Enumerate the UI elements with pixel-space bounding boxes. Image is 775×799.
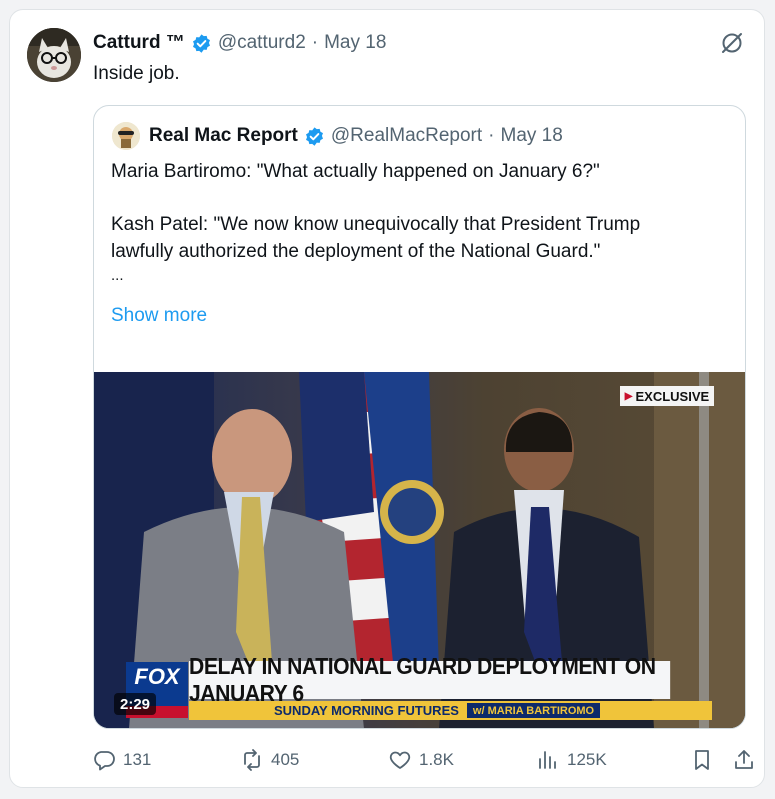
tweet-text: Inside job. (93, 63, 180, 84)
video-player[interactable]: ▶ EXCLUSIVE FOX DELAY IN NATIONAL GUARD … (94, 372, 745, 728)
quoted-author-name[interactable]: Real Mac Report (149, 125, 298, 147)
action-bar: 131 405 1.8K 125K (92, 746, 753, 774)
dot-separator: · (311, 32, 319, 53)
like-button[interactable]: 1.8K (388, 746, 454, 774)
quoted-ellipsis: ... (111, 267, 124, 284)
share-icon (735, 750, 753, 769)
views-button[interactable]: 125K (536, 746, 607, 774)
quoted-tweet[interactable]: Real Mac Report @RealMacReport · May 18 … (93, 105, 746, 729)
view-count: 125K (567, 750, 607, 769)
views-icon (539, 751, 556, 769)
repost-count: 405 (271, 750, 300, 769)
author-name[interactable]: Catturd ™ (93, 32, 185, 54)
quoted-text: Maria Bartiromo: "What actually happened… (111, 158, 721, 287)
heart-icon (389, 751, 411, 769)
grok-icon[interactable] (719, 30, 745, 56)
tweet-header: Catturd ™ @catturd2 · May 18 (93, 30, 386, 56)
bookmark-button[interactable] (690, 746, 714, 774)
quoted-header: Real Mac Report @RealMacReport · May 18 (149, 123, 563, 149)
news-chyron: DELAY IN NATIONAL GUARD DEPLOYMENT ON JA… (189, 653, 671, 706)
repost-button[interactable]: 405 (240, 746, 299, 774)
author-handle[interactable]: @catturd2 (218, 32, 306, 54)
program-bar: SUNDAY MORNING FUTURES w/ MARIA BARTIROM… (189, 701, 712, 720)
program-host: w/ MARIA BARTIROMO (466, 703, 601, 718)
tweet-date[interactable]: May 18 (324, 32, 386, 54)
quoted-line-1: Maria Bartiromo: "What actually happened… (111, 161, 600, 182)
share-button[interactable] (732, 746, 756, 774)
verified-badge-icon (192, 33, 210, 53)
reply-button[interactable]: 131 (92, 746, 151, 774)
exclusive-label: EXCLUSIVE (635, 388, 710, 404)
quoted-avatar[interactable] (112, 122, 140, 150)
avatar[interactable] (27, 28, 81, 82)
video-duration: 2:29 (114, 693, 157, 715)
reply-count: 131 (123, 750, 152, 769)
verified-badge-icon (305, 126, 323, 146)
quoted-line-2: Kash Patel: "We now know unequivocally t… (111, 214, 641, 235)
show-more-link[interactable]: Show more (111, 305, 207, 327)
quoted-author-handle[interactable]: @RealMacReport (331, 125, 482, 147)
exclusive-badge: ▶ EXCLUSIVE (620, 386, 714, 406)
bookmark-icon (695, 750, 709, 770)
quoted-date[interactable]: May 18 (501, 125, 563, 147)
dot-separator: · (488, 125, 495, 146)
repost-icon (244, 749, 260, 771)
like-count: 1.8K (419, 750, 454, 769)
reply-icon (94, 751, 115, 771)
program-name: SUNDAY MORNING FUTURES (274, 703, 459, 718)
play-triangle-icon: ▶ (624, 390, 633, 402)
tweet-card[interactable]: Catturd ™ @catturd2 · May 18 Inside job.… (9, 9, 765, 788)
quoted-line-3: lawfully authorized the deployment of th… (111, 241, 601, 262)
